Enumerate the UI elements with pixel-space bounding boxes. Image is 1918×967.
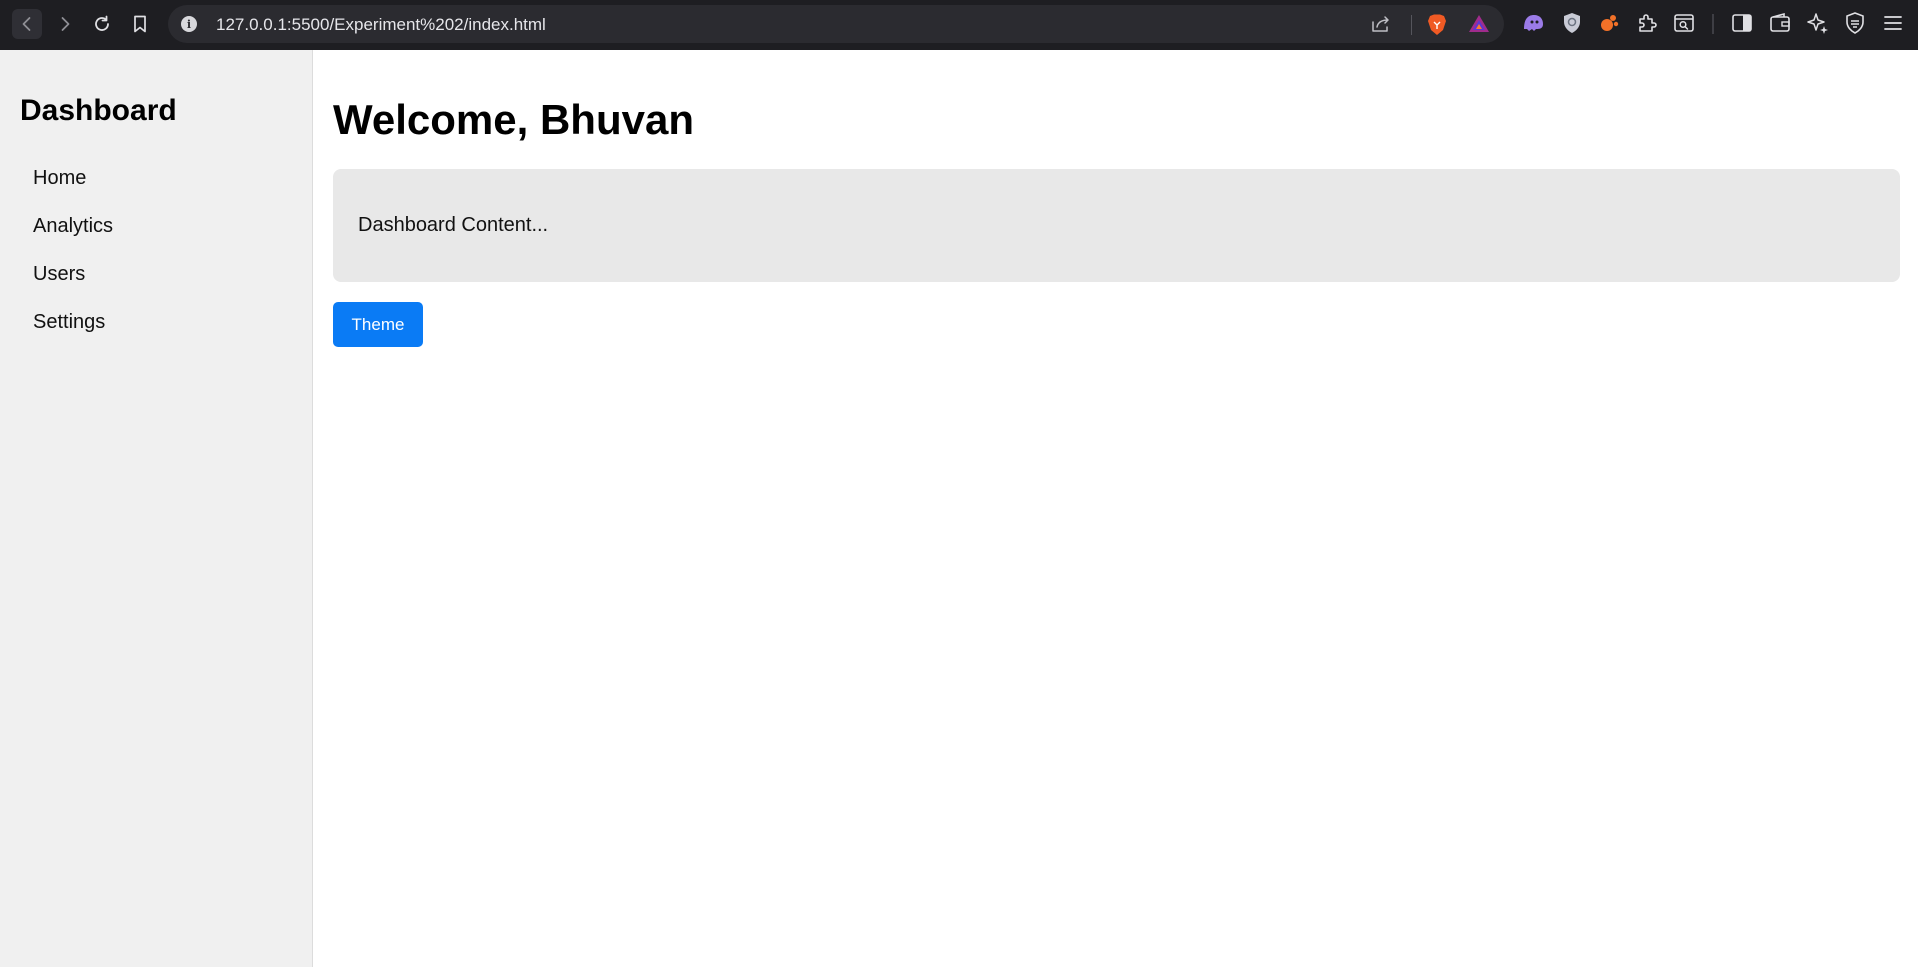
browser-toolbar: i 127.0.0.1:5500/Experiment%202/index.ht… — [0, 0, 1918, 50]
brave-shields-icon[interactable] — [1426, 13, 1448, 37]
dashboard-content-text: Dashboard Content... — [358, 214, 549, 236]
url-text[interactable]: 127.0.0.1:5500/Experiment%202/index.html — [216, 15, 546, 35]
search-panel-icon[interactable] — [1672, 11, 1696, 35]
sidebar-icon[interactable] — [1730, 11, 1754, 35]
back-icon — [22, 17, 31, 31]
forward-icon — [61, 17, 70, 31]
extensions-icon[interactable] — [1635, 11, 1659, 35]
vpn-icon[interactable] — [1844, 11, 1866, 35]
sidebar-item-settings[interactable]: Settings — [20, 298, 312, 346]
dashboard-content-card: Dashboard Content... — [333, 169, 1900, 282]
back-button[interactable] — [12, 9, 42, 39]
sidebar-nav: Home Analytics Users Settings — [20, 154, 312, 346]
bookmark-button[interactable] — [125, 9, 155, 39]
menu-icon[interactable] — [1881, 11, 1905, 35]
site-info-icon[interactable]: i — [181, 16, 197, 32]
bookmark-icon — [134, 15, 146, 33]
sidebar-item-users[interactable]: Users — [20, 250, 312, 298]
leo-ai-icon[interactable] — [1806, 11, 1830, 35]
orange-extension-icon[interactable] — [1598, 11, 1620, 35]
sidebar-item-analytics[interactable]: Analytics — [20, 202, 312, 250]
welcome-heading: Welcome, Bhuvan — [333, 96, 694, 143]
sidebar-title: Dashboard — [20, 94, 177, 127]
share-icon[interactable] — [1370, 14, 1392, 34]
page: Dashboard Home Analytics Users Settings … — [0, 50, 1918, 967]
theme-button[interactable]: Theme — [333, 302, 423, 347]
brave-rewards-icon[interactable] — [1467, 13, 1491, 35]
privacy-extension-icon[interactable] — [1562, 11, 1582, 35]
main-content: Welcome, Bhuvan Dashboard Content... The… — [313, 50, 1918, 967]
reload-button[interactable] — [87, 9, 117, 39]
toolbar-divider — [1712, 14, 1714, 34]
reload-icon — [95, 15, 109, 31]
ghost-extension-icon[interactable] — [1520, 11, 1546, 35]
sidebar: Dashboard Home Analytics Users Settings — [0, 50, 313, 967]
address-bar[interactable]: i 127.0.0.1:5500/Experiment%202/index.ht… — [168, 5, 1504, 43]
sidebar-item-home[interactable]: Home — [20, 154, 312, 202]
wallet-icon[interactable] — [1768, 11, 1792, 35]
forward-button[interactable] — [50, 9, 80, 39]
address-divider — [1411, 15, 1412, 35]
